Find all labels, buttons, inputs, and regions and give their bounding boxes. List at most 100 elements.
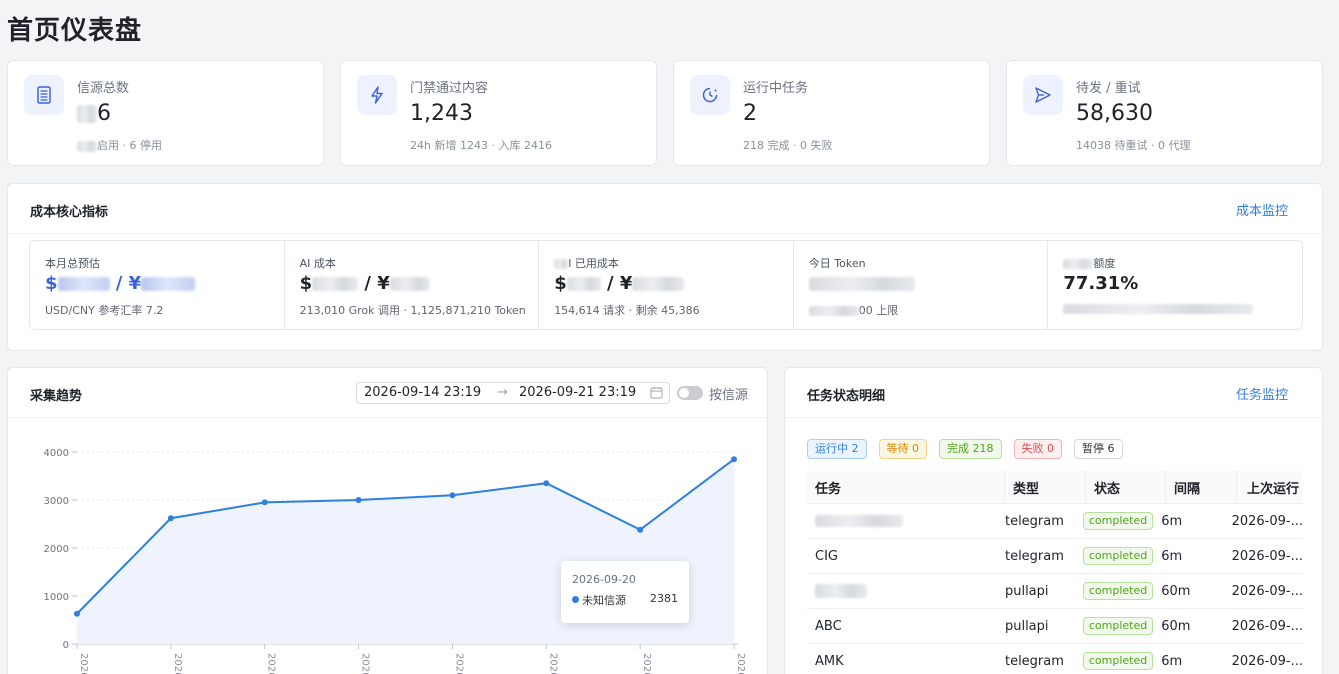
cost-label: I 已用成本 (554, 255, 619, 271)
date-range-arrow: → (497, 385, 508, 400)
task-type: telegram (1004, 513, 1064, 529)
cost-label: 本月总预估 (45, 257, 100, 270)
table-row[interactable]: telegram completed 6m 2026-09-... (807, 504, 1303, 539)
task-panel-header: 任务状态明细 任务监控 (785, 368, 1322, 418)
stat-label: 待发 / 重试 (1076, 81, 1141, 96)
table-header-row: 任务 类型 状态 间隔 上次运行 (807, 471, 1303, 504)
task-monitor-link[interactable]: 任务监控 (1236, 384, 1288, 403)
task-interval: 60m (1161, 618, 1191, 634)
data-point (74, 610, 80, 617)
tag-failed[interactable]: 失败 0 (1013, 439, 1062, 459)
cost-panel-title: 成本核心指标 (30, 205, 109, 220)
stat-sub: 218 完成 · 0 失败 (743, 139, 833, 152)
cost-sub: 00 上限 (808, 302, 898, 318)
tag-running[interactable]: 运行中 2 (807, 439, 867, 459)
task-type: pullapi (1004, 618, 1049, 634)
cost-cell-ai: AI 成本 $ / ¥ 213,010 Grok 调用 · 1,125,871,… (285, 241, 540, 329)
chart-tooltip: 2026-09-20 未知信源 2381 (561, 561, 689, 623)
tag-waiting[interactable]: 等待 0 (878, 439, 927, 459)
cost-cell-quota: 额度 77.31% (1048, 241, 1302, 329)
data-point (731, 456, 737, 463)
tag-paused[interactable]: 暂停 6 (1074, 439, 1123, 459)
cost-value: 77.31% (1063, 273, 1139, 294)
col-header-interval[interactable]: 间隔 (1166, 471, 1237, 503)
task-status: completed (1075, 504, 1154, 538)
send-icon (1023, 75, 1063, 115)
task-last-run: 2026-09-... (1231, 583, 1303, 599)
trend-panel-title: 采集趋势 (30, 389, 83, 404)
date-start-input[interactable]: 2026-09-14 23:19 (364, 385, 481, 400)
tooltip-value: 2381 (650, 592, 678, 605)
data-point (167, 515, 174, 522)
stat-card-pending: 待发 / 重试 58,630 14038 待重试 · 0 代理 (1006, 60, 1323, 166)
task-type: pullapi (1004, 583, 1049, 599)
table-row[interactable]: pullapi completed 60m 2026-09-... (807, 574, 1303, 609)
data-point (355, 497, 362, 503)
task-last-run: 2026-09-... (1231, 653, 1303, 669)
table-row[interactable]: ABC pullapi completed 60m 2026-09-... (807, 609, 1303, 644)
stat-card-sources: 信源总数 6 启用 · 6 停用 (7, 60, 324, 166)
cost-value: $ / ¥ (300, 273, 430, 294)
task-panel-title: 任务状态明细 (807, 389, 886, 404)
task-interval: 60m (1161, 583, 1191, 599)
cost-cell-api: I 已用成本 $ / ¥ 154,614 请求 · 剩余 45,386 (539, 241, 794, 329)
status-tags: 运行中 2 等待 0 完成 218 失败 0 暂停 6 (807, 439, 1123, 459)
stat-value: 58,630 (1076, 101, 1153, 126)
col-header-task[interactable]: 任务 (807, 471, 1005, 503)
y-tick-label: 1000 (44, 592, 69, 603)
tooltip-series-name: 未知信源 (582, 594, 626, 607)
table-row[interactable]: CIG telegram completed 6m 2026-09-... (807, 539, 1303, 574)
by-source-label: 按信源 (709, 388, 749, 403)
cost-label: 今日 Token (808, 257, 866, 270)
y-tick-label: 4000 (44, 448, 69, 459)
trend-panel: 采集趋势 2026-09-14 23:19 → 2026-09-21 23:19… (7, 367, 768, 674)
task-last-run: 2026-09-... (1231, 618, 1303, 634)
tooltip-series-dot (572, 596, 579, 603)
task-name: CIG (815, 548, 838, 564)
status-badge: completed (1082, 547, 1154, 565)
cost-cell-token: 今日 Token 00 上限 (794, 241, 1049, 329)
cost-label: 额度 (1063, 255, 1115, 271)
x-tick-label: 2026 (641, 653, 652, 674)
trend-panel-header: 采集趋势 2026-09-14 23:19 → 2026-09-21 23:19… (8, 368, 767, 418)
col-header-last-run[interactable]: 上次运行 (1237, 471, 1303, 503)
task-name (807, 574, 997, 608)
x-tick-label: 2026 (360, 653, 371, 674)
col-header-type[interactable]: 类型 (1005, 471, 1086, 503)
cost-value (808, 273, 915, 294)
task-status: completed (1075, 644, 1154, 674)
page-title: 首页仪表盘 (7, 16, 143, 46)
task-last-run: 2026-09-... (1231, 548, 1303, 564)
stat-label: 运行中任务 (743, 81, 809, 96)
task-name: ABC (815, 618, 842, 634)
stat-sub: 启用 · 6 停用 (77, 137, 162, 153)
stat-card-gate: 门禁通过内容 1,243 24h 新增 1243 · 入库 2416 (340, 60, 657, 166)
lightning-icon (357, 75, 397, 115)
stat-value: 6 (77, 101, 111, 126)
task-name (807, 504, 997, 538)
clock-icon (690, 75, 730, 115)
cost-monitor-link[interactable]: 成本监控 (1236, 200, 1288, 219)
stat-value: 1,243 (410, 101, 473, 126)
by-source-toggle[interactable] (677, 386, 703, 400)
stat-value: 2 (743, 101, 757, 126)
server-icon (24, 75, 64, 115)
col-header-status[interactable]: 状态 (1086, 471, 1166, 503)
data-point (543, 480, 550, 487)
stat-card-running: 运行中任务 2 218 完成 · 0 失败 (673, 60, 990, 166)
calendar-icon[interactable] (650, 386, 663, 403)
task-type: telegram (1004, 653, 1064, 669)
stat-sub: 14038 待重试 · 0 代理 (1076, 139, 1191, 152)
task-status: completed (1075, 574, 1154, 608)
x-tick-label: 2026 (547, 653, 558, 674)
stat-sub: 24h 新增 1243 · 入库 2416 (410, 139, 552, 152)
cost-sub: USD/CNY 参考汇率 7.2 (45, 304, 164, 317)
date-range-picker[interactable]: 2026-09-14 23:19 → 2026-09-21 23:19 (356, 382, 670, 404)
stat-label: 信源总数 (77, 81, 130, 96)
task-type: telegram (1004, 548, 1064, 564)
task-interval: 6m (1161, 653, 1183, 669)
table-row[interactable]: AMK telegram completed 6m 2026-09-... (807, 644, 1303, 674)
date-end-input[interactable]: 2026-09-21 23:19 (519, 385, 636, 400)
tag-completed[interactable]: 完成 218 (939, 439, 1002, 459)
status-badge: completed (1082, 617, 1154, 635)
